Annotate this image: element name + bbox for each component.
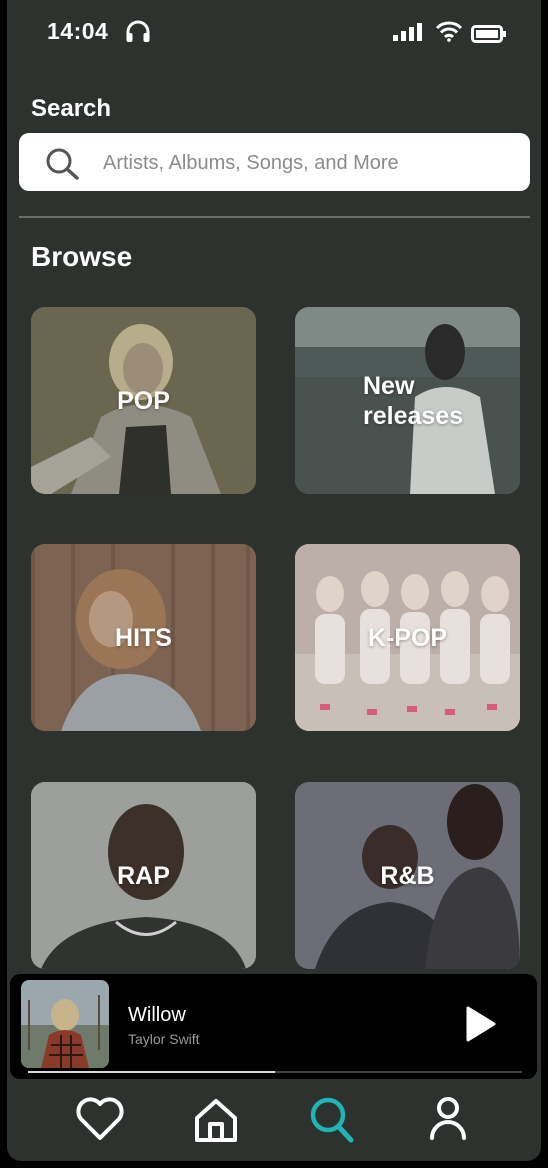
tile-label: R&B (380, 861, 435, 890)
tile-label: New releases (363, 371, 464, 430)
heart-icon[interactable] (75, 1096, 125, 1142)
headphones-icon (126, 20, 150, 42)
browse-title: Browse (31, 241, 133, 272)
status-bar: 14:04 (7, 0, 541, 66)
progress-bar[interactable] (28, 1071, 522, 1073)
play-icon[interactable] (465, 1006, 497, 1042)
genre-tile-pop[interactable]: POP (31, 307, 256, 494)
genre-tile-new-releases[interactable]: New releases (295, 307, 520, 494)
cellular-signal-icon (393, 23, 422, 41)
divider (19, 216, 530, 218)
mini-player[interactable]: Willow Taylor Swift (10, 974, 537, 1079)
status-time: 14:04 (47, 18, 109, 44)
song-artist: Taylor Swift (128, 1031, 200, 1047)
search-icon (46, 148, 79, 180)
genre-tile-rnb[interactable]: R&B (295, 782, 520, 969)
tile-label: POP (117, 386, 170, 415)
battery-icon (471, 25, 506, 43)
genre-tile-rap[interactable]: RAP (31, 782, 256, 969)
genre-tile-k-pop[interactable]: K-POP (295, 544, 520, 731)
home-icon[interactable] (192, 1096, 240, 1144)
tile-label: HITS (115, 623, 172, 652)
search-title: Search (31, 95, 112, 122)
search-icon[interactable] (309, 1096, 355, 1144)
tile-label: RAP (117, 861, 170, 890)
song-title: Willow (128, 1004, 186, 1026)
album-art (21, 980, 109, 1068)
profile-icon[interactable] (428, 1096, 468, 1140)
genre-tile-hits[interactable]: HITS (31, 544, 256, 731)
wifi-icon (435, 21, 463, 42)
progress-fill (28, 1071, 275, 1073)
tile-label: K-POP (367, 623, 448, 652)
app-screen: 14:04 Search Artists, Albums, Songs, and… (7, 0, 541, 1161)
search-input[interactable]: Artists, Albums, Songs, and More (19, 133, 530, 191)
search-placeholder: Artists, Albums, Songs, and More (103, 152, 399, 174)
